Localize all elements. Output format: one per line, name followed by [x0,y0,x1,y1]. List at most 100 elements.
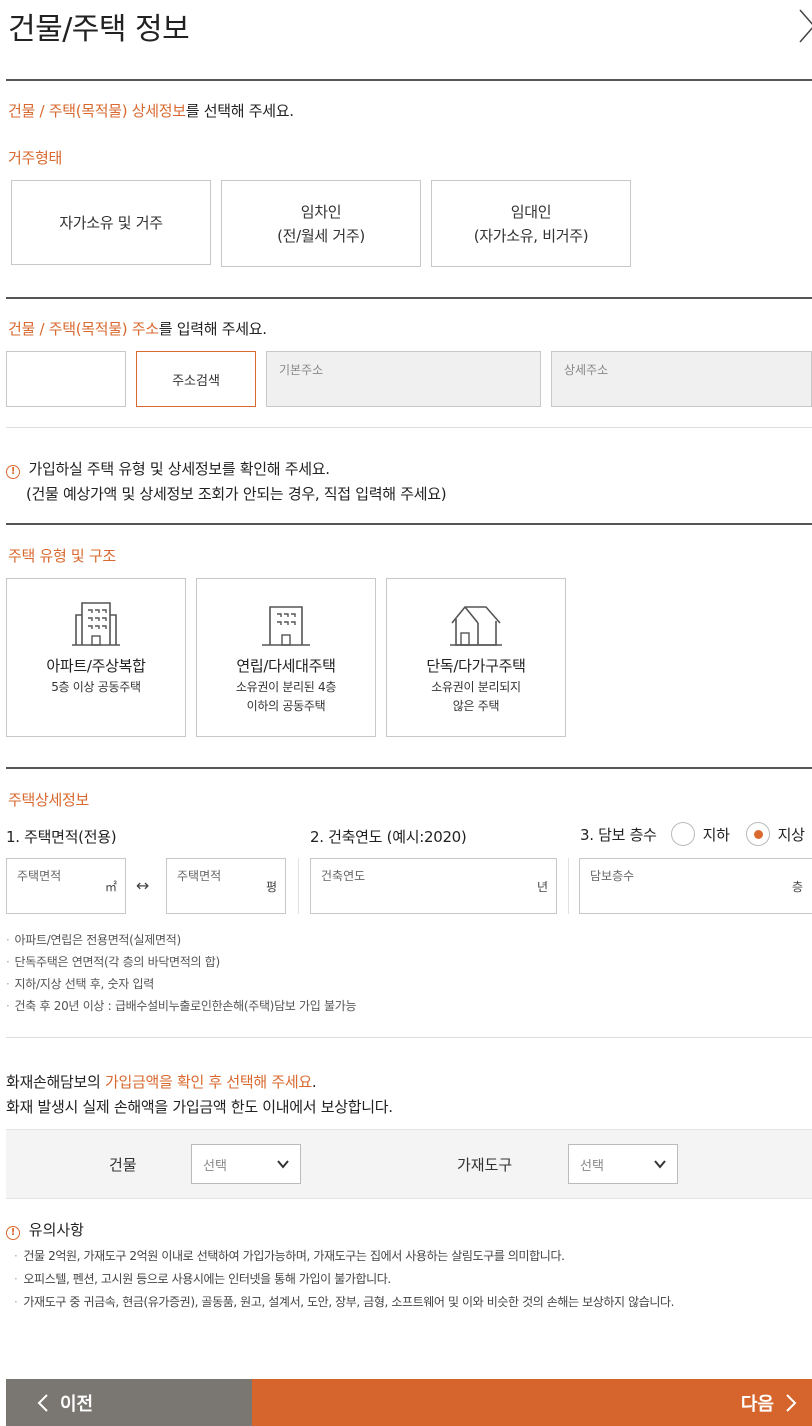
notice: ! 가입하실 주택 유형 및 상세정보를 확인해 주세요. [6,458,330,479]
house-detail-title: 주택상세정보 [8,791,90,809]
option-owner-occupied[interactable]: 자가소유 및 거주 [11,180,211,265]
notice-line1: 가입하실 주택 유형 및 상세정보를 확인해 주세요. [28,460,330,478]
chevron-right-icon [786,1393,797,1412]
residence-type-title: 거주형태 [8,149,63,167]
option-label: 임차인 [300,202,342,221]
unit-label: 평 [265,880,277,894]
area-label: 1. 주택면적(전용) [6,828,117,846]
next-button[interactable]: 다음 [252,1379,812,1426]
list-item: · 건축 후 20년 이상 : 급배수설비누출로인한손해(주택)담보 가입 불가능 [6,999,357,1013]
address-search-button[interactable]: 주소검색 [136,351,256,407]
option-sublabel: (전/월세 거주) [277,226,365,245]
exclamation-icon: ! [6,1226,20,1240]
list-item-text: 지하/지상 선택 후, 숫자 입력 [14,977,155,991]
household-amount-label: 가재도구 [457,1156,513,1174]
type-desc-line2: 이하의 공동주택 [246,699,326,713]
list-item-text: 가재도구 중 귀금속, 현금(유가증권), 골동품, 원고, 설계서, 도안, … [23,1295,675,1309]
type-desc-line1: 소유권이 분리되지 [431,680,521,694]
caution-header: ! 유의사항 [6,1219,84,1240]
option-sublabel: (자가소유, 비거주) [473,226,589,245]
radio-underground-label: 지하 [702,825,730,844]
section-divider [6,767,812,769]
field-placeholder: 건축연도 [321,869,366,883]
prev-button[interactable]: 이전 [6,1379,252,1426]
section-divider-light [6,427,812,428]
coverage-select-bar: 건물 선택 가재도구 선택 [6,1129,812,1199]
field-separator [298,858,299,914]
prev-label: 이전 [60,1393,94,1415]
option-tenant[interactable]: 임차인 (전/월세 거주) [221,180,421,267]
basic-address-field[interactable]: 기본주소 [266,351,541,407]
radio-underground[interactable] [670,822,695,846]
address-lead-rest: 를 입력해 주세요. [158,320,267,338]
residence-lead-highlight: 건물 / 주택(목적물) 상세정보 [8,102,186,120]
list-item: · 가재도구 중 귀금속, 현금(유가증권), 골동품, 원고, 설계서, 도안,… [14,1295,675,1309]
option-label: 임대인 [510,202,552,221]
detail-notes: · 아파트/연립은 전용면적(실제면적) · 단독주택은 연면적(각 층의 바닥면적… [6,929,357,1017]
next-label: 다음 [740,1393,774,1415]
unit-label: 층 [791,880,803,894]
list-item-text: 건물 2억원, 가재도구 2억원 이내로 선택하여 가입가능하며, 가재도구는 … [23,1249,565,1263]
coverage-lead-suffix: . [311,1073,317,1091]
detail-address-field[interactable]: 상세주소 [551,351,812,407]
chevron-down-icon [654,1160,666,1169]
list-item: · 건물 2억원, 가재도구 2억원 이내로 선택하여 가입가능하며, 가재도구는… [14,1249,565,1263]
list-item: · 단독주택은 연면적(각 층의 바닥면적의 합) [6,955,221,969]
select-value: 선택 [203,1159,227,1174]
page-title: 건물/주택 정보 [8,12,190,47]
coverage-desc: 화재 발생시 실제 손해액을 가입금액 한도 이내에서 보상합니다. [6,1098,393,1116]
floor-label: 3. 담보 층수 [580,825,657,844]
type-desc: 소유권이 분리된 4층 이하의 공동주택 [197,678,375,716]
type-desc: 5층 이상 공동주택 [51,680,141,694]
coverage-lead-prefix: 화재손해담보의 [6,1073,105,1091]
caution-list: · 건물 2억원, 가재도구 2억원 이내로 선택하여 가입가능하며, 가재도구는… [14,1245,674,1314]
residence-lead: 건물 / 주택(목적물) 상세정보를 선택해 주세요. [8,100,294,121]
list-item: · 아파트/연립은 전용면적(실제면적) [6,933,182,947]
type-title: 연립/다세대주택 [236,657,336,675]
unit-label: ㎡ [104,880,117,894]
floor-label-row: 3. 담보 층수 지하 지상 [580,822,805,846]
area-pyeong-field[interactable]: 주택면적 평 [166,858,286,914]
type-title: 단독/다가구주택 [426,657,526,675]
section-divider [6,297,812,299]
caution-title: 유의사항 [28,1221,84,1239]
house-type-title: 주택 유형 및 구조 [8,547,116,565]
list-item-text: 건축 후 20년 이상 : 급배수설비누출로인한손해(주택)담보 가입 불가능 [14,999,357,1013]
type-desc: 소유권이 분리되지 않은 주택 [387,678,565,716]
chevron-left-icon [37,1393,48,1412]
postcode-field[interactable] [6,351,126,407]
option-landlord[interactable]: 임대인 (자가소유, 비거주) [431,180,631,267]
option-label: 자가소유 및 거주 [59,213,163,232]
field-placeholder: 주택면적 [177,869,222,883]
type-villa-card[interactable]: 연립/다세대주택 소유권이 분리된 4층 이하의 공동주택 [196,578,376,737]
chevron-right-icon[interactable] [796,4,812,44]
household-amount-select[interactable]: 선택 [568,1144,678,1184]
list-item-text: 단독주택은 연면적(각 층의 바닥면적의 합) [14,955,221,969]
building-amount-select[interactable]: 선택 [191,1144,301,1184]
floor-field[interactable]: 담보층수 층 [579,858,812,914]
coverage-lead: 화재손해담보의 가입금액을 확인 후 선택해 주세요. [6,1071,317,1092]
exclamation-icon: ! [6,465,20,479]
field-separator [568,858,569,914]
radio-ground[interactable] [745,822,770,846]
type-house-card[interactable]: 단독/다가구주택 소유권이 분리되지 않은 주택 [386,578,566,737]
apartment-icon [72,602,120,646]
unit-label: 년 [536,880,548,894]
list-item: · 지하/지상 선택 후, 숫자 입력 [6,977,155,991]
type-apartment-card[interactable]: 아파트/주상복합 5층 이상 공동주택 [6,578,186,737]
header-divider [6,79,812,81]
build-year-field[interactable]: 건축연도 년 [310,858,557,914]
year-label: 2. 건축연도 (예시:2020) [310,828,467,846]
select-value: 선택 [580,1159,604,1174]
field-placeholder: 주택면적 [17,869,62,883]
radio-ground-label: 지상 [777,825,805,844]
type-desc-line1: 소유권이 분리된 4층 [235,680,337,694]
coverage-lead-highlight: 가입금액을 확인 후 선택해 주세요 [104,1073,312,1091]
list-item-text: 오피스텔, 펜션, 고시원 등으로 사용시에는 인터넷을 통해 가입이 불가합니… [23,1272,391,1286]
list-item-text: 아파트/연립은 전용면적(실제면적) [14,933,182,947]
area-sqm-field[interactable]: 주택면적 ㎡ [6,858,126,914]
field-placeholder: 담보층수 [590,869,635,883]
type-desc-line2: 않은 주택 [452,699,500,713]
chevron-down-icon [277,1160,289,1169]
residence-lead-rest: 를 선택해 주세요. [185,102,294,120]
